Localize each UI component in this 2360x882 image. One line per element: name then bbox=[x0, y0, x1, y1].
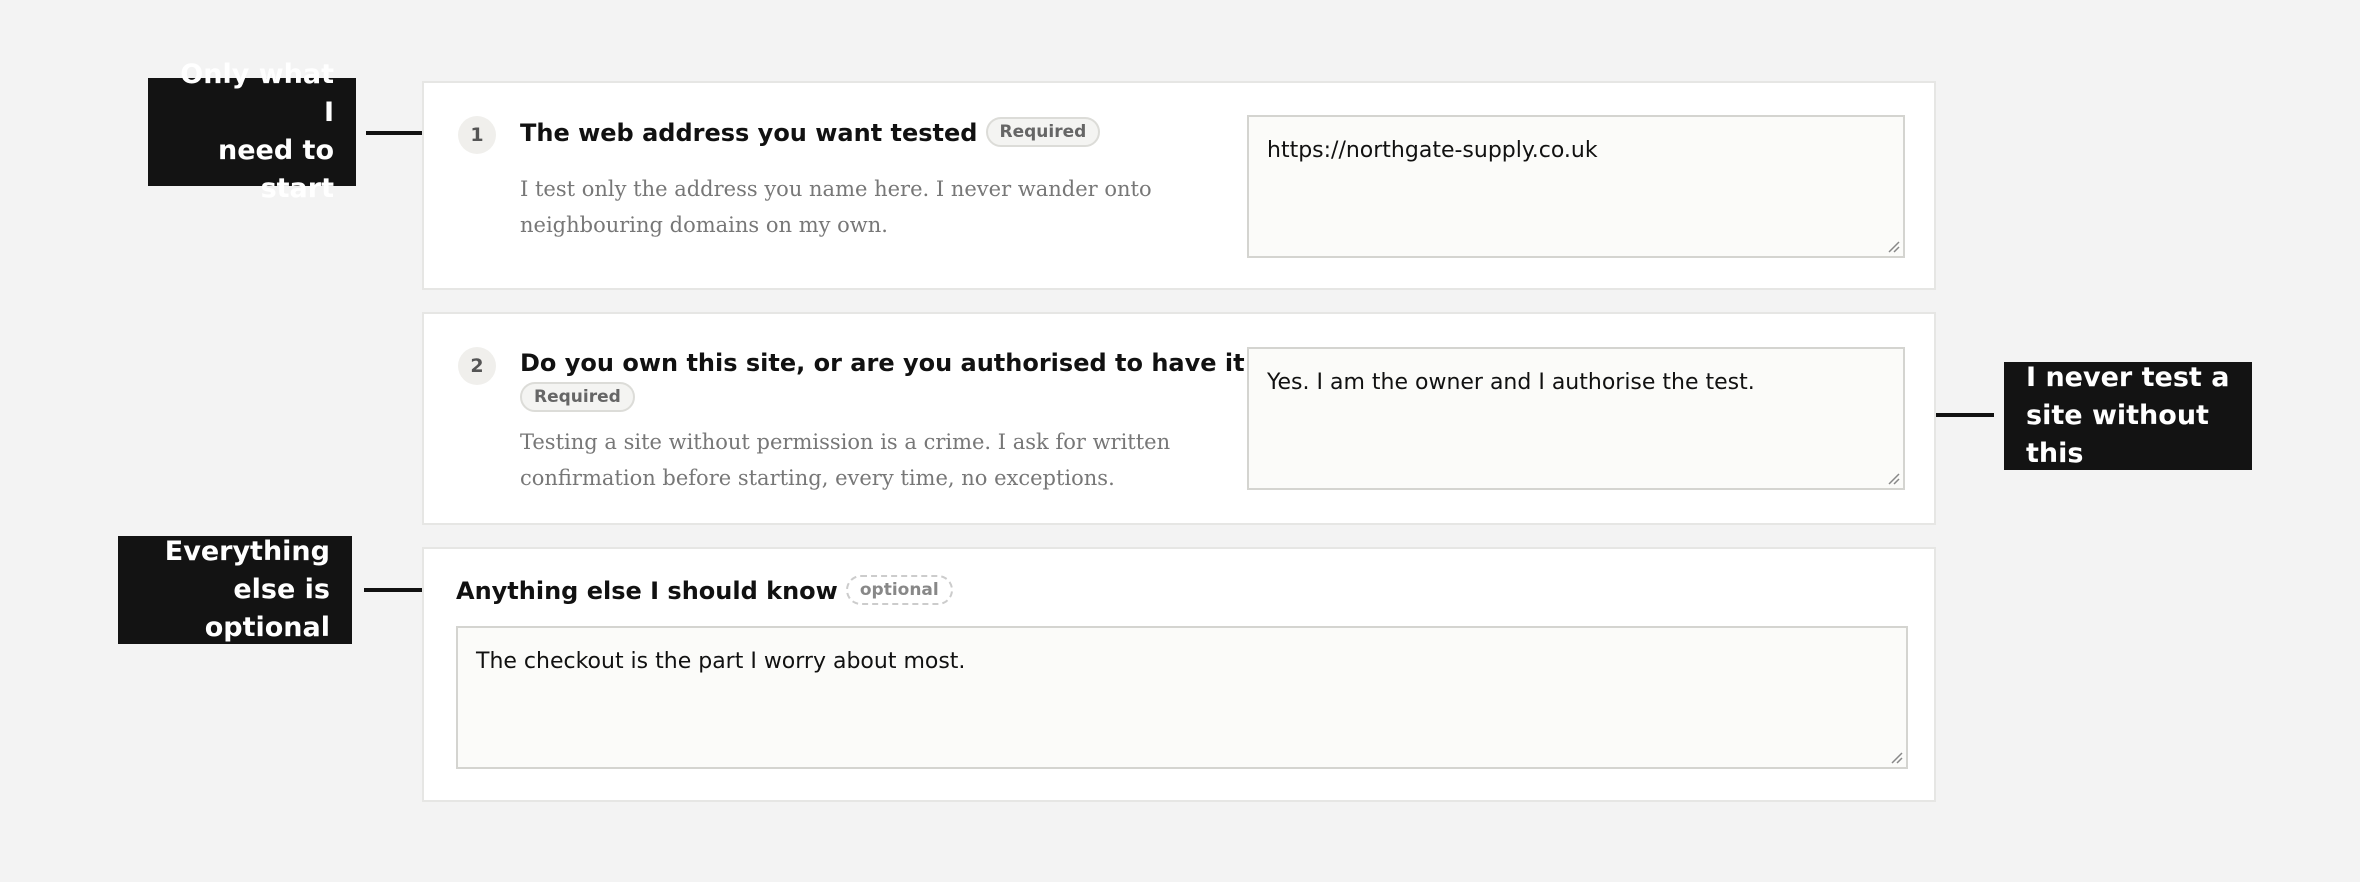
annotation-optional: Everything else is optional bbox=[118, 536, 352, 644]
optional-badge: optional bbox=[845, 575, 953, 605]
authorisation-value: Yes. I am the owner and I authorise the … bbox=[1267, 370, 1755, 395]
question-card-web-address: 1 The web address you want tested Require… bbox=[422, 81, 1936, 290]
annotation-start-line-1: Only what I bbox=[180, 59, 334, 128]
annotation-permission-line-1: I never test a bbox=[2026, 362, 2230, 393]
annotation-optional-line-1: Everything bbox=[164, 536, 330, 567]
description-line: I test only the address you name here. I… bbox=[520, 177, 1152, 201]
question-title-text: The web address you want tested bbox=[520, 119, 978, 147]
annotation-permission-line-2: site without this bbox=[2026, 400, 2209, 469]
annotation-optional-line-2: else is optional bbox=[204, 574, 330, 643]
question-description: Testing a site without permission is a c… bbox=[520, 424, 1180, 496]
authorisation-field[interactable]: Yes. I am the owner and I authorise the … bbox=[1247, 347, 1905, 490]
step-number: 1 bbox=[458, 116, 496, 154]
resize-grip-icon[interactable] bbox=[1888, 241, 1900, 253]
question-title-text: Anything else I should know bbox=[456, 577, 838, 605]
annotation-start: Only what I need to start bbox=[148, 59, 356, 204]
question-card-authorisation: 2 Do you own this site, or are you autho… bbox=[422, 312, 1936, 525]
anything-else-field[interactable]: The checkout is the part I worry about m… bbox=[456, 626, 1908, 769]
annotation-start-line-2: need to start bbox=[217, 135, 334, 204]
web-address-field[interactable]: https://northgate-supply.co.uk bbox=[1247, 115, 1905, 258]
description-line: neighbouring domains on my own. bbox=[520, 213, 888, 237]
question-card-anything-else: Anything else I should know optional The … bbox=[422, 547, 1936, 802]
question-title: The web address you want tested Required bbox=[520, 117, 1101, 149]
annotation-permission: I never test a site without this bbox=[2004, 362, 2252, 470]
description-line: confirmation before starting, every time… bbox=[520, 466, 1115, 490]
question-title: Anything else I should know optional bbox=[456, 575, 953, 607]
step-number: 2 bbox=[458, 347, 496, 385]
description-line: Testing a site without permission is a c… bbox=[520, 430, 1171, 454]
resize-grip-icon[interactable] bbox=[1888, 473, 1900, 485]
resize-grip-icon[interactable] bbox=[1891, 752, 1903, 764]
required-badge: Required bbox=[985, 117, 1101, 147]
question-title: Do you own this site, or are you authori… bbox=[520, 349, 1340, 377]
web-address-value: https://northgate-supply.co.uk bbox=[1267, 138, 1598, 163]
required-badge: Required bbox=[520, 382, 635, 412]
question-description: I test only the address you name here. I… bbox=[520, 171, 1160, 243]
anything-else-value: The checkout is the part I worry about m… bbox=[476, 649, 966, 674]
